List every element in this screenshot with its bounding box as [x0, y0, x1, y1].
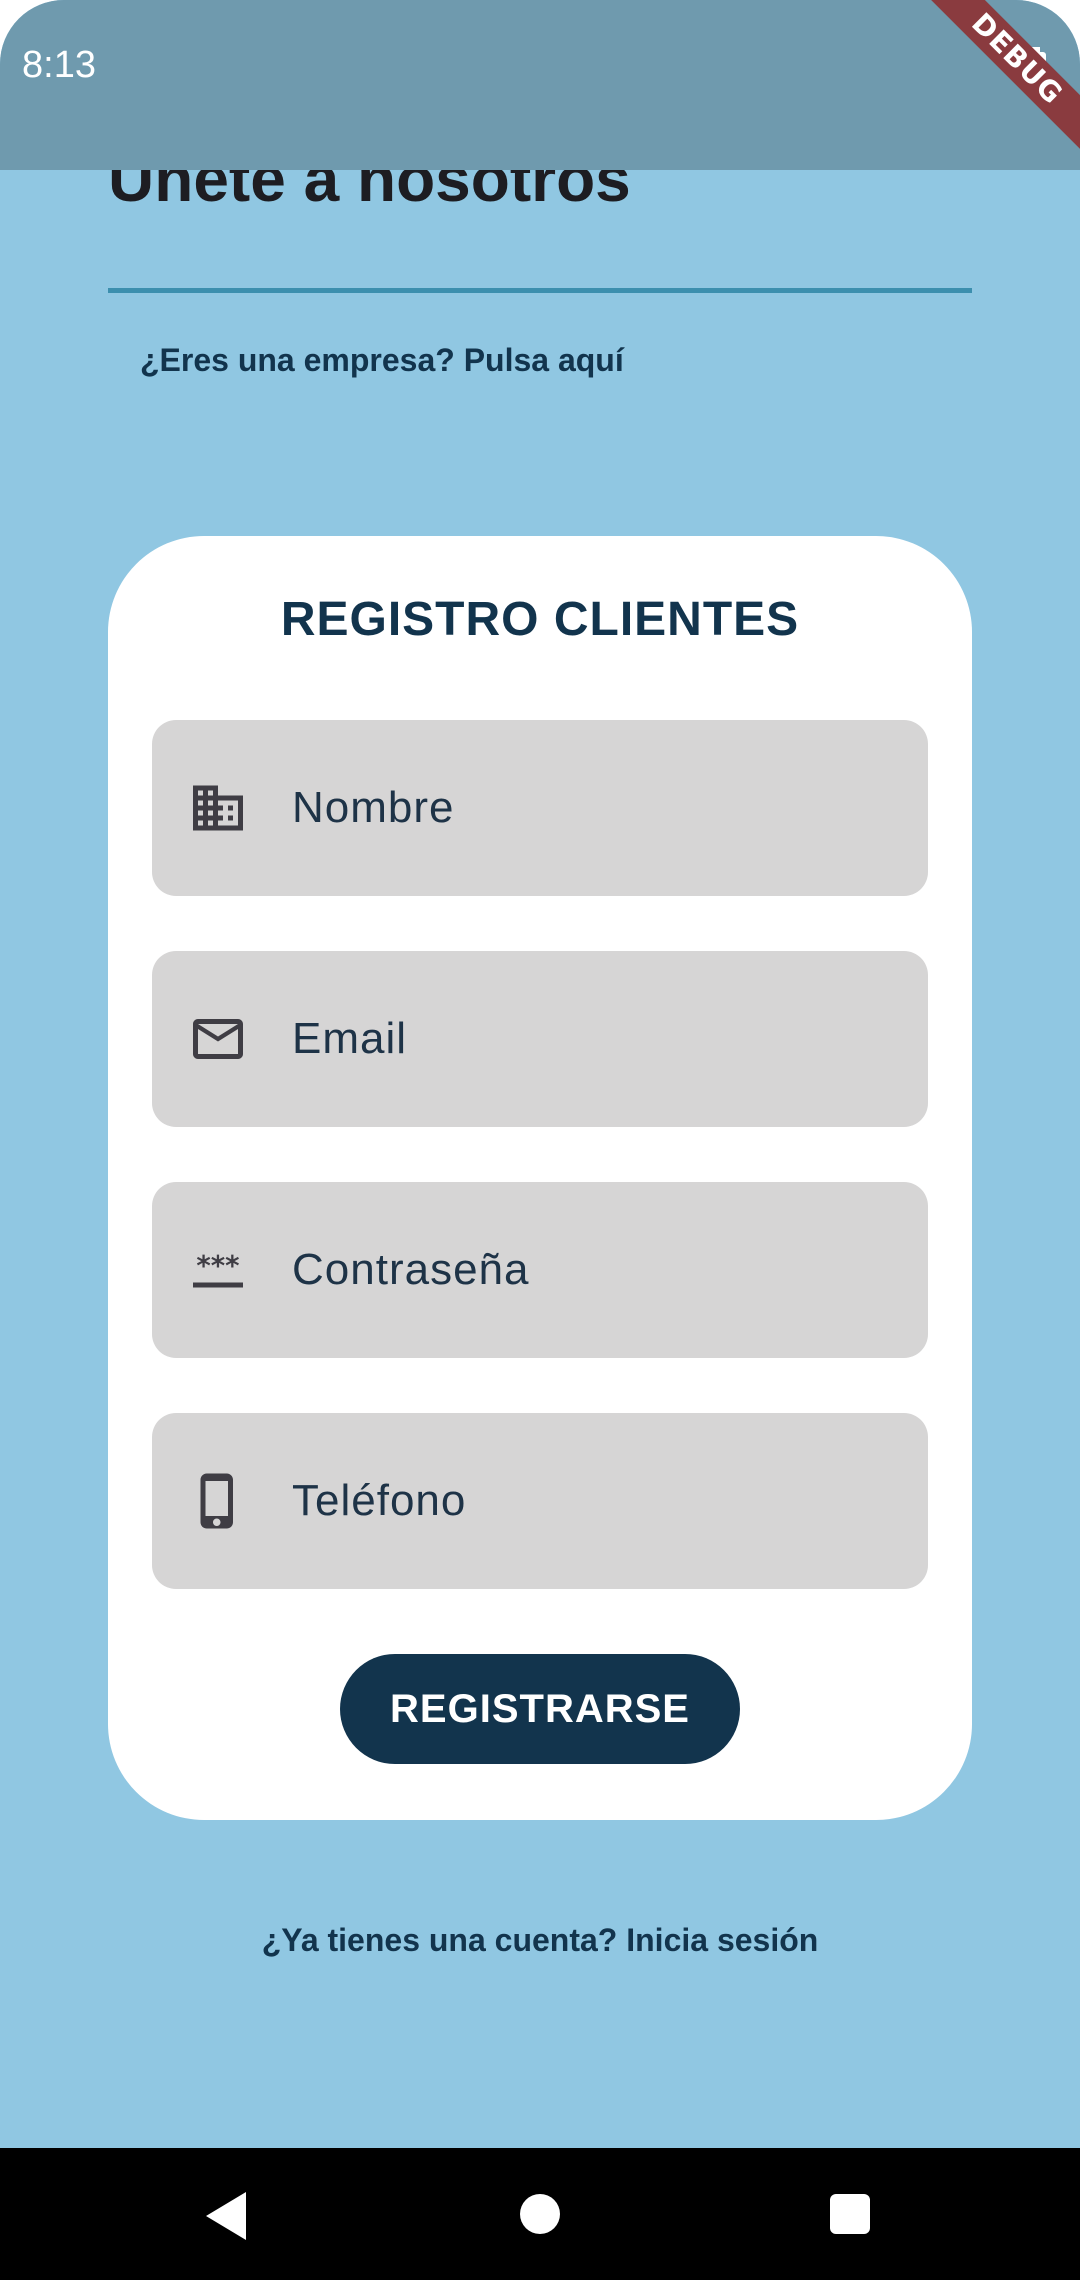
email-field[interactable]: Email — [152, 951, 928, 1127]
app-screen: 8:13 DEBUG Únete a nosotros ¿Eres una em… — [0, 0, 1080, 2280]
back-icon[interactable] — [206, 2192, 246, 2240]
password-icon: *** — [193, 1250, 243, 1288]
phone-field[interactable]: Teléfono — [152, 1413, 928, 1589]
svg-text:***: *** — [196, 1250, 239, 1282]
mail-icon — [193, 1019, 243, 1059]
phone-icon — [200, 1473, 233, 1529]
title-divider — [108, 288, 972, 293]
name-placeholder: Nombre — [292, 783, 455, 832]
recents-icon[interactable] — [830, 2194, 870, 2234]
password-placeholder: Contraseña — [292, 1245, 530, 1294]
business-signup-link[interactable]: ¿Eres una empresa? Pulsa aquí — [140, 342, 624, 379]
status-bar: 8:13 — [0, 0, 1080, 170]
registration-card: REGISTRO CLIENTES Nombre Email *** Contr… — [108, 536, 972, 1820]
register-button[interactable]: REGISTRARSE — [340, 1654, 740, 1764]
navigation-bar — [0, 2148, 1080, 2280]
email-placeholder: Email — [292, 1014, 408, 1063]
card-title: REGISTRO CLIENTES — [280, 593, 800, 646]
name-field[interactable]: Nombre — [152, 720, 928, 896]
login-link[interactable]: ¿Ya tienes una cuenta? Inicia sesión — [0, 1922, 1080, 1959]
phone-placeholder: Teléfono — [292, 1476, 467, 1525]
home-icon[interactable] — [520, 2194, 560, 2234]
building-icon — [193, 785, 243, 831]
status-time: 8:13 — [22, 44, 96, 86]
password-field[interactable]: *** Contraseña — [152, 1182, 928, 1358]
